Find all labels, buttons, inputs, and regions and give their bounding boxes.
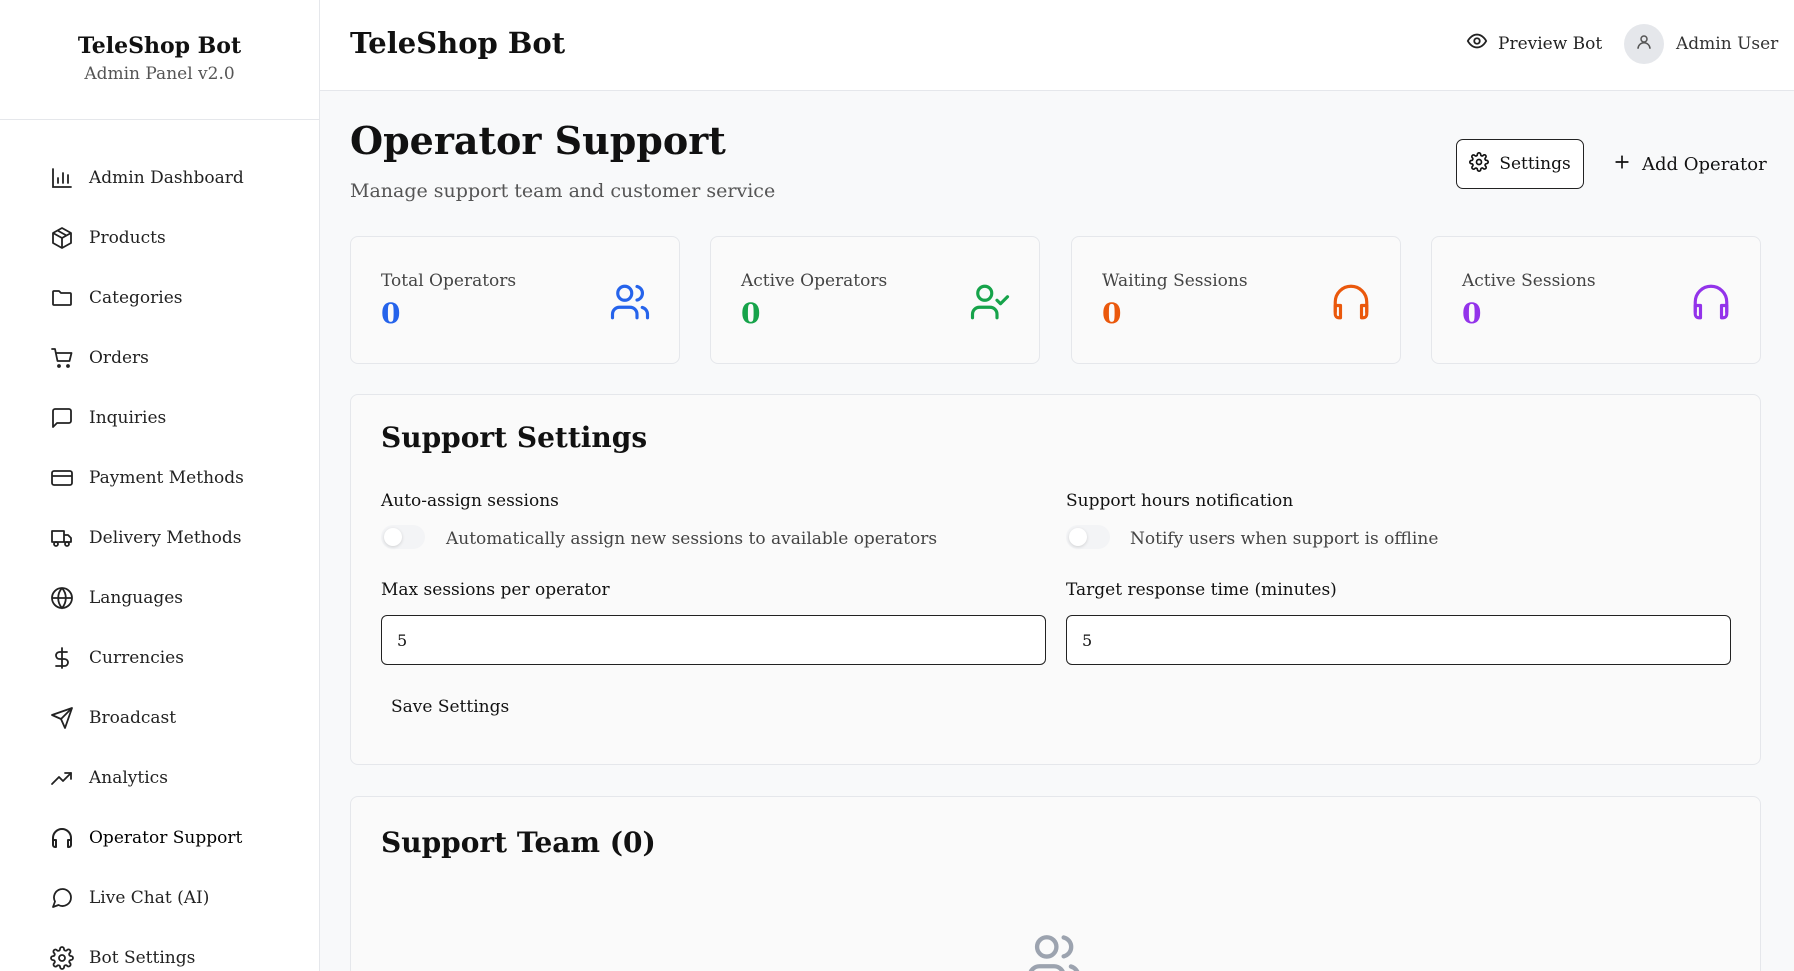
stat-card-active-sessions: Active Sessions 0	[1431, 236, 1761, 364]
sidebar-item-label: Inquiries	[89, 408, 167, 428]
sidebar-item-live-chat[interactable]: Live Chat (AI)	[0, 868, 319, 928]
stat-card-total-operators: Total Operators 0	[350, 236, 680, 364]
support-hours-description: Notify users when support is offline	[1130, 529, 1439, 549]
sidebar-item-broadcast[interactable]: Broadcast	[0, 688, 319, 748]
user-icon	[1635, 33, 1653, 56]
sidebar-item-analytics[interactable]: Analytics	[0, 748, 319, 808]
support-team-title: Support Team (0)	[381, 826, 656, 859]
sidebar-item-label: Analytics	[89, 768, 168, 788]
sidebar-item-categories[interactable]: Categories	[0, 268, 319, 328]
cart-icon	[49, 345, 75, 371]
gear-icon	[1469, 151, 1490, 177]
settings-label: Settings	[1499, 154, 1571, 174]
sidebar-item-currencies[interactable]: Currencies	[0, 628, 319, 688]
preview-bot-button[interactable]: Preview Bot	[1466, 30, 1602, 57]
sidebar-item-label: Payment Methods	[89, 468, 244, 488]
sidebar-item-delivery-methods[interactable]: Delivery Methods	[0, 508, 319, 568]
page-subtitle: Manage support team and customer service	[350, 180, 776, 202]
trending-up-icon	[49, 765, 75, 791]
sidebar-item-label: Categories	[89, 288, 183, 308]
sidebar-item-bot-settings[interactable]: Bot Settings	[0, 928, 319, 971]
support-hours-toggle[interactable]	[1066, 525, 1110, 549]
add-operator-label: Add Operator	[1642, 153, 1767, 175]
credit-card-icon	[49, 465, 75, 491]
truck-icon	[49, 525, 75, 551]
folder-icon	[49, 285, 75, 311]
max-sessions-input[interactable]	[381, 615, 1046, 665]
stat-value: 0	[1102, 297, 1122, 330]
sidebar-item-payment-methods[interactable]: Payment Methods	[0, 448, 319, 508]
users-icon	[1025, 930, 1083, 971]
plus-icon	[1612, 152, 1632, 177]
sidebar-item-products[interactable]: Products	[0, 208, 319, 268]
support-team-card: Support Team (0)	[350, 796, 1761, 971]
support-settings-card: Support Settings Auto-assign sessions Au…	[350, 394, 1761, 765]
sidebar-item-label: Live Chat (AI)	[89, 888, 210, 908]
preview-bot-label: Preview Bot	[1498, 33, 1603, 54]
user-menu[interactable]: Admin User	[1624, 24, 1778, 64]
brand-title: TeleShop Bot	[77, 33, 242, 59]
target-response-input[interactable]	[1066, 615, 1731, 665]
package-icon	[49, 225, 75, 251]
user-check-icon	[969, 281, 1011, 323]
stat-value: 0	[1462, 297, 1482, 330]
brand: TeleShop Bot Admin Panel v2.0	[0, 0, 319, 120]
sidebar-item-languages[interactable]: Languages	[0, 568, 319, 628]
user-name: Admin User	[1676, 34, 1779, 54]
users-icon	[609, 281, 651, 323]
stat-label: Total Operators	[381, 271, 517, 291]
sidebar-item-label: Delivery Methods	[89, 528, 242, 548]
settings-button[interactable]: Settings	[1456, 139, 1584, 189]
stat-value: 0	[741, 297, 761, 330]
sidebar-item-label: Operator Support	[89, 828, 243, 848]
message-circle-icon	[49, 885, 75, 911]
support-hours-label: Support hours notification	[1066, 491, 1294, 511]
avatar	[1624, 24, 1664, 64]
sidebar-item-operator-support[interactable]: Operator Support	[0, 808, 319, 868]
top-header: TeleShop Bot Preview Bot Admin User	[320, 0, 1794, 91]
sidebar: TeleShop Bot Admin Panel v2.0 Admin Dash…	[0, 0, 320, 971]
headphones-icon	[1330, 281, 1372, 323]
page-title: Operator Support	[350, 118, 726, 163]
stat-label: Active Operators	[741, 271, 888, 291]
stat-card-active-operators: Active Operators 0	[710, 236, 1040, 364]
eye-icon	[1466, 30, 1488, 57]
sidebar-item-label: Products	[89, 228, 166, 248]
sidebar-item-label: Orders	[89, 348, 149, 368]
sidebar-nav: Admin Dashboard Products Categories Orde…	[0, 120, 319, 971]
add-operator-button[interactable]: Add Operator	[1612, 139, 1767, 189]
dollar-icon	[49, 645, 75, 671]
sidebar-item-label: Broadcast	[89, 708, 177, 728]
headphones-icon	[1690, 281, 1732, 323]
send-icon	[49, 705, 75, 731]
message-square-icon	[49, 405, 75, 431]
sidebar-item-admin-dashboard[interactable]: Admin Dashboard	[0, 148, 319, 208]
sidebar-item-inquiries[interactable]: Inquiries	[0, 388, 319, 448]
stat-value: 0	[381, 297, 401, 330]
bar-chart-icon	[49, 165, 75, 191]
max-sessions-label: Max sessions per operator	[381, 580, 610, 600]
gear-icon	[49, 945, 75, 971]
auto-assign-label: Auto-assign sessions	[381, 491, 559, 511]
support-settings-title: Support Settings	[381, 421, 648, 454]
sidebar-item-label: Bot Settings	[89, 948, 196, 968]
save-settings-button[interactable]: Save Settings	[371, 687, 529, 727]
sidebar-item-label: Languages	[89, 588, 184, 608]
headphones-icon	[49, 825, 75, 851]
header-title: TeleShop Bot	[350, 26, 566, 60]
auto-assign-toggle[interactable]	[381, 525, 425, 549]
sidebar-item-orders[interactable]: Orders	[0, 328, 319, 388]
sidebar-item-label: Admin Dashboard	[89, 168, 244, 188]
target-response-label: Target response time (minutes)	[1066, 580, 1337, 600]
stat-label: Waiting Sessions	[1102, 271, 1248, 291]
stat-card-waiting-sessions: Waiting Sessions 0	[1071, 236, 1401, 364]
auto-assign-description: Automatically assign new sessions to ava…	[446, 529, 938, 549]
brand-subtitle: Admin Panel v2.0	[84, 64, 235, 84]
sidebar-item-label: Currencies	[89, 648, 184, 668]
globe-icon	[49, 585, 75, 611]
stat-label: Active Sessions	[1462, 271, 1596, 291]
